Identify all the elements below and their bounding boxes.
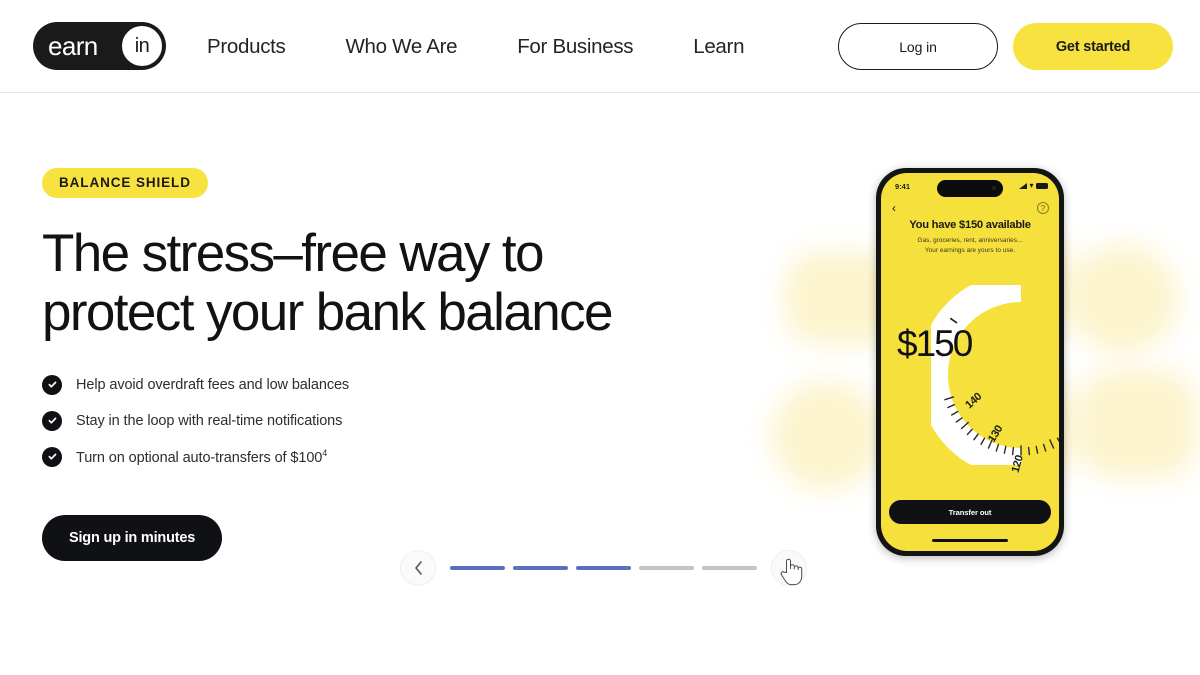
dynamic-island (937, 180, 1003, 197)
list-item: Stay in the loop with real-time notifica… (42, 410, 742, 431)
decorative-blob (1078, 370, 1196, 478)
carousel-bar-2[interactable] (513, 566, 568, 570)
logo-wordmark-in: in (134, 34, 150, 57)
feature-list: Help avoid overdraft fees and low balanc… (42, 374, 742, 467)
home-indicator (932, 539, 1008, 542)
check-circle-icon (42, 410, 62, 431)
transfer-out-button[interactable]: Transfer out (889, 500, 1051, 524)
battery-icon (1036, 182, 1048, 189)
list-item: Turn on optional auto-transfers of $1004 (42, 446, 742, 467)
chevron-left-icon (414, 561, 422, 575)
main-nav: Products Who We Are For Business Learn (207, 0, 744, 93)
nav-item-who-we-are[interactable]: Who We Are (346, 35, 458, 59)
carousel-bar-3[interactable] (576, 566, 631, 570)
headline-line-2: protect your bank balance (42, 283, 613, 343)
eyebrow-badge: BALANCE SHIELD (42, 168, 208, 198)
footnote-marker: 4 (322, 447, 328, 458)
back-chevron-icon[interactable]: ‹ (892, 202, 896, 214)
carousel-bar-1[interactable] (450, 566, 505, 570)
available-amount: $150 (897, 323, 973, 364)
chevron-right-icon (785, 561, 793, 575)
wifi-icon: ▾ (1029, 181, 1034, 190)
carousel-next-button[interactable] (771, 550, 807, 586)
status-bar-icons: ▾ (1018, 181, 1048, 190)
hero-content: BALANCE SHIELD The stress–free way to pr… (42, 168, 742, 561)
list-item-label: Stay in the loop with real-time notifica… (76, 412, 343, 429)
nav-item-learn[interactable]: Learn (693, 35, 744, 59)
log-in-button[interactable]: Log in (838, 23, 998, 70)
sign-up-button[interactable]: Sign up in minutes (42, 514, 223, 561)
check-circle-icon (42, 374, 62, 395)
phone-subtitle-line-2: Your earnings are yours to use. (924, 246, 1016, 254)
phone-subtitle: Gas, groceries, rent, anniversaries... Y… (895, 236, 1045, 256)
phone-mockup: 9:41 ▾ ‹ ? You have $150 available Gas, … (876, 168, 1064, 556)
headline-line-1: The stress–free way to (42, 224, 545, 283)
carousel-bar-5[interactable] (702, 566, 757, 570)
decorative-blob (1068, 245, 1178, 353)
phone-subtitle-line-1: Gas, groceries, rent, anniversaries... (917, 237, 1023, 244)
carousel-bar-4[interactable] (639, 566, 694, 570)
help-icon[interactable]: ? (1037, 202, 1049, 214)
earnin-logo[interactable]: earn in (33, 22, 166, 70)
nav-item-for-business[interactable]: For Business (517, 35, 633, 59)
carousel-prev-button[interactable] (400, 550, 436, 586)
nav-item-products[interactable]: Products (207, 35, 286, 59)
site-header: earn in Products Who We Are For Business… (0, 0, 1200, 93)
list-item: Help avoid overdraft fees and low balanc… (42, 374, 742, 395)
get-started-button[interactable]: Get started (1013, 23, 1173, 70)
carousel-progress-bars (450, 566, 757, 570)
phone-available-title: You have $150 available (909, 219, 1031, 231)
phone-screen: 9:41 ▾ ‹ ? You have $150 available Gas, … (881, 173, 1059, 551)
page-root: earn in Products Who We Are For Business… (0, 0, 1200, 675)
decorative-blob (772, 382, 882, 490)
logo-wordmark-earn: earn (48, 30, 98, 61)
check-circle-icon (42, 446, 62, 467)
list-item-label: Turn on optional auto-transfers of $1004 (76, 447, 328, 466)
list-item-label: Help avoid overdraft fees and low balanc… (76, 376, 350, 393)
carousel-controls (400, 550, 807, 586)
page-title: The stress–free way to protect your bank… (42, 224, 742, 343)
logo-in-circle: in (120, 24, 164, 68)
cellular-signal-icon (1018, 182, 1027, 189)
status-bar-time: 9:41 (895, 182, 911, 191)
